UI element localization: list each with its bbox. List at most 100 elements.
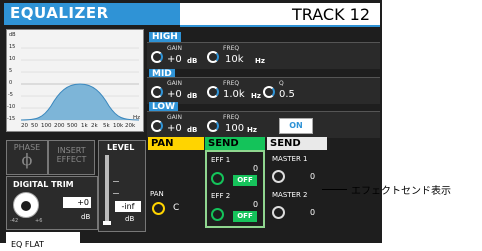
low-gain-knob[interactable]	[151, 120, 163, 132]
x-tick: 5k	[103, 123, 110, 129]
level-scale-mark	[113, 193, 119, 194]
y-tick: 5	[9, 68, 13, 74]
send-master-tab-label: SEND	[270, 138, 301, 149]
eff2-off-button[interactable]: OFF	[233, 211, 257, 222]
freq-label: FREQ	[223, 80, 240, 87]
level-fader-track[interactable]	[105, 155, 109, 225]
y-tick: 0	[9, 80, 13, 86]
band-mid: GAIN +0 dB FREQ 1.0k Hz Q 0.5	[147, 77, 380, 104]
y-tick: 15	[9, 44, 16, 50]
low-gain-value: +0	[167, 123, 182, 134]
freq-unit: Hz	[247, 126, 257, 134]
gain-label: GAIN	[167, 114, 183, 121]
tab-send-effect[interactable]: SEND	[205, 137, 265, 150]
trim-value: +0	[63, 197, 91, 208]
mid-gain-knob[interactable]	[151, 86, 163, 98]
track-header: TRACK 12	[180, 3, 380, 27]
trim-max: +6	[35, 218, 43, 224]
pan-knob[interactable]	[152, 202, 165, 215]
x-tick: 20k	[125, 123, 136, 129]
gain-unit: dB	[187, 126, 198, 134]
effect-send-group: EFF 1 0 OFF EFF 2 0 OFF	[205, 150, 265, 228]
phase-icon: ϕ	[21, 150, 33, 169]
insert-line2: EFFECT	[56, 155, 87, 164]
eq-on-button[interactable]: ON	[279, 118, 313, 134]
eff2-value: 0	[253, 200, 259, 209]
low-freq-value: 100	[225, 123, 245, 134]
x-tick: 20	[21, 123, 28, 129]
eq-flat-label: EQ FLAT	[11, 240, 44, 249]
master1-label: MASTER 1	[272, 155, 308, 163]
master2-knob[interactable]	[272, 206, 285, 219]
y-tick: 10	[9, 56, 16, 62]
eff1-value: 0	[253, 164, 259, 173]
eq-curve-graph: dB 15 10 5 0 -5 -10 -15 20 50 100 200 50…	[6, 29, 144, 132]
x-tick: 500	[67, 123, 78, 129]
trim-knob[interactable]	[13, 192, 39, 218]
pan-value: C	[173, 203, 180, 213]
low-freq-knob[interactable]	[207, 120, 219, 132]
trim-unit: dB	[81, 213, 91, 221]
trim-knob-center	[21, 201, 31, 211]
high-gain-value: +0	[167, 54, 182, 65]
screen-title: EQUALIZER	[10, 4, 109, 22]
x-tick: 10k	[113, 123, 124, 129]
pan-label: PAN	[150, 190, 164, 198]
level-fader-handle[interactable]	[103, 221, 111, 225]
y-tick: dB	[9, 32, 16, 38]
level-scale-mark	[113, 181, 119, 182]
level-value: -inf	[115, 201, 141, 212]
level-panel: LEVEL -inf dB	[98, 140, 146, 232]
tab-pan[interactable]: PAN	[148, 137, 204, 150]
master2-label: MASTER 2	[272, 191, 308, 199]
level-unit: dB	[125, 215, 135, 223]
track-label: TRACK 12	[291, 5, 370, 24]
band-high: GAIN +0 dB FREQ 10k Hz	[147, 42, 380, 69]
mid-freq-value: 1.0k	[223, 89, 245, 100]
x-tick: 50	[31, 123, 38, 129]
eff2-knob[interactable]	[211, 208, 224, 221]
x-tick: 2k	[91, 123, 98, 129]
mid-gain-value: +0	[167, 89, 182, 100]
eff2-label: EFF 2	[211, 192, 231, 200]
trim-label: DIGITAL TRIM	[13, 180, 74, 189]
gain-unit: dB	[187, 92, 198, 100]
insert-line1: INSERT	[57, 146, 86, 155]
high-freq-knob[interactable]	[207, 51, 219, 63]
mid-q-value: 0.5	[279, 89, 295, 100]
eq-curve-fill	[21, 84, 139, 120]
high-freq-value: 10k	[225, 54, 244, 65]
master1-value: 0	[310, 172, 316, 181]
freq-unit: Hz	[255, 57, 265, 65]
callout-leader-line	[322, 189, 347, 190]
tab-send-master[interactable]: SEND	[267, 137, 327, 150]
recorder-screen: EQUALIZER TRACK 12 dB 15 10 5 0 -5 -10 -…	[0, 0, 382, 249]
x-tick: 1k	[81, 123, 88, 129]
trim-min: -42	[10, 218, 19, 224]
eq-curve-svg	[20, 47, 140, 121]
mid-q-knob[interactable]	[263, 86, 275, 98]
x-unit: Hz	[133, 115, 141, 121]
master1-knob[interactable]	[272, 170, 285, 183]
eq-flat-button[interactable]: EQ FLAT	[6, 232, 80, 249]
eff1-label: EFF 1	[211, 156, 231, 164]
send-tab-label: SEND	[208, 138, 239, 149]
eff1-knob[interactable]	[211, 172, 224, 185]
phase-button[interactable]: PHASE ϕ	[6, 140, 48, 175]
mid-freq-knob[interactable]	[207, 86, 219, 98]
level-label: LEVEL	[107, 143, 135, 152]
x-tick: 100	[41, 123, 52, 129]
q-label: Q	[279, 80, 284, 87]
high-gain-knob[interactable]	[151, 51, 163, 63]
eff1-off-button[interactable]: OFF	[233, 175, 257, 186]
freq-label: FREQ	[223, 114, 240, 121]
gain-unit: dB	[187, 57, 198, 65]
band-low: GAIN +0 dB FREQ 100 Hz	[147, 111, 380, 138]
master2-value: 0	[310, 208, 316, 217]
pan-tab-label: PAN	[151, 138, 174, 149]
freq-unit: Hz	[251, 92, 261, 100]
x-tick: 200	[54, 123, 65, 129]
insert-effect-button[interactable]: INSERT EFFECT	[48, 140, 95, 175]
y-tick: -10	[7, 104, 16, 110]
y-tick: -5	[8, 92, 13, 98]
